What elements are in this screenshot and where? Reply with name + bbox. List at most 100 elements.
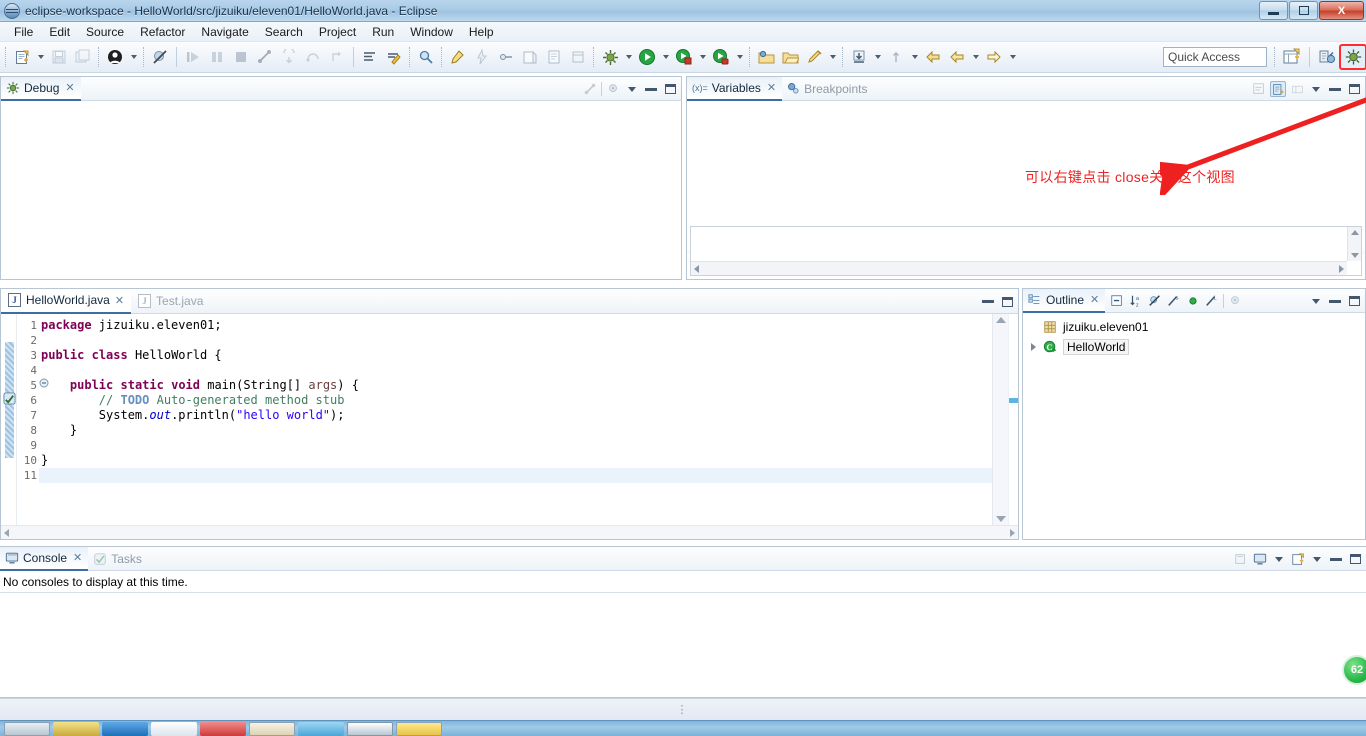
user-dropdown-arrow[interactable]: [127, 45, 140, 69]
minimize-icon[interactable]: [1327, 81, 1343, 97]
menu-project[interactable]: Project: [311, 23, 364, 41]
outline-item-class[interactable]: C HelloWorld: [1023, 337, 1365, 357]
show-logical-structure-icon[interactable]: [1270, 81, 1286, 97]
perspective-java-button[interactable]: [1314, 45, 1340, 69]
open-console-dropdown-arrow[interactable]: [1309, 551, 1325, 567]
run-icon[interactable]: [635, 45, 659, 69]
skip-breakpoints-icon[interactable]: [148, 45, 172, 69]
new-dropdown-arrow[interactable]: [34, 45, 47, 69]
hide-non-public-icon[interactable]: [1185, 293, 1201, 309]
taskbar-item[interactable]: [249, 721, 295, 736]
scroll-up-arrow[interactable]: [996, 317, 1006, 323]
taskbar-item[interactable]: [347, 721, 393, 736]
scroll-left-arrow[interactable]: [694, 265, 699, 273]
variables-view-content[interactable]: [687, 101, 1365, 279]
menu-file[interactable]: File: [6, 23, 41, 41]
minimize-icon[interactable]: [643, 81, 659, 97]
maximize-icon[interactable]: [1346, 293, 1362, 309]
chevron-right-icon[interactable]: [1031, 343, 1036, 351]
quick-access-input[interactable]: Quick Access: [1163, 47, 1267, 67]
editor-horizontal-scrollbar[interactable]: [1, 525, 1018, 539]
console-content[interactable]: No consoles to display at this time.: [0, 571, 1366, 697]
minimize-button[interactable]: [1259, 1, 1288, 20]
tab-tasks[interactable]: Tasks: [88, 547, 148, 571]
menu-help[interactable]: Help: [461, 23, 502, 41]
back-history-icon[interactable]: [945, 45, 969, 69]
minimize-icon[interactable]: [1328, 551, 1344, 567]
menu-refactor[interactable]: Refactor: [132, 23, 193, 41]
menu-navigate[interactable]: Navigate: [193, 23, 256, 41]
maximize-button[interactable]: [1289, 1, 1318, 20]
open-perspective-button[interactable]: [1279, 45, 1305, 69]
new-folder-icon[interactable]: [754, 45, 778, 69]
back-icon[interactable]: [921, 45, 945, 69]
variables-detail-pane[interactable]: [690, 226, 1362, 276]
editor-vertical-scrollbar[interactable]: [992, 314, 1008, 525]
minimize-icon[interactable]: [980, 294, 996, 310]
debug-view-content[interactable]: [1, 101, 681, 279]
view-menu-secondary-icon[interactable]: [1227, 293, 1243, 309]
menu-window[interactable]: Window: [402, 23, 461, 41]
menu-source[interactable]: Source: [78, 23, 132, 41]
perspective-debug-button[interactable]: [1339, 44, 1366, 70]
debug-dropdown-arrow[interactable]: [622, 45, 635, 69]
coverage-icon[interactable]: [672, 45, 696, 69]
external-tools-icon[interactable]: [802, 45, 826, 69]
view-menu-secondary-icon[interactable]: [605, 81, 621, 97]
scroll-right-arrow[interactable]: [1010, 529, 1015, 537]
collapse-all-icon[interactable]: [1109, 293, 1125, 309]
taskbar-item[interactable]: [4, 721, 50, 736]
step-down-icon[interactable]: [847, 45, 871, 69]
menu-run[interactable]: Run: [364, 23, 402, 41]
scroll-down-arrow[interactable]: [1351, 253, 1359, 258]
minimize-icon[interactable]: [1327, 293, 1343, 309]
taskbar-item[interactable]: [151, 721, 197, 736]
tab-breakpoints[interactable]: Breakpoints: [782, 77, 873, 101]
maximize-icon[interactable]: [1347, 551, 1363, 567]
detail-horizontal-scrollbar[interactable]: [691, 261, 1347, 275]
scroll-up-arrow[interactable]: [1351, 230, 1359, 235]
user-icon[interactable]: [103, 45, 127, 69]
forward-dropdown-arrow[interactable]: [1006, 45, 1019, 69]
close-icon[interactable]: ✕: [767, 81, 776, 94]
step-down-dropdown-arrow[interactable]: [871, 45, 884, 69]
last-edit-location-icon[interactable]: [446, 45, 470, 69]
status-badge[interactable]: 62: [1342, 655, 1366, 685]
status-grip[interactable]: ⋮: [677, 703, 690, 716]
code-editor[interactable]: 1 2 3 4 5 6 7 8 9 10 11 package jizuiku.…: [1, 314, 1018, 539]
tab-helloworld-java[interactable]: J HelloWorld.java ✕: [1, 288, 132, 314]
detail-vertical-scrollbar[interactable]: [1347, 227, 1361, 261]
close-icon[interactable]: ✕: [115, 294, 124, 307]
open-folder-icon[interactable]: [778, 45, 802, 69]
scroll-left-arrow[interactable]: [4, 529, 9, 537]
editor-marker-column[interactable]: [1, 314, 17, 525]
close-icon[interactable]: ✕: [73, 551, 82, 564]
menu-search[interactable]: Search: [257, 23, 311, 41]
run-as-icon[interactable]: [709, 45, 733, 69]
toggle-mark-occurrences-icon[interactable]: [382, 45, 406, 69]
search-icon[interactable]: [414, 45, 438, 69]
code-text[interactable]: package jizuiku.eleven01; public class H…: [39, 314, 992, 525]
open-console-icon[interactable]: [1290, 551, 1306, 567]
taskbar-item[interactable]: [200, 721, 246, 736]
maximize-icon[interactable]: [999, 294, 1015, 310]
forward-icon[interactable]: [982, 45, 1006, 69]
taskbar-item[interactable]: [102, 721, 148, 736]
tab-debug[interactable]: Debug ✕: [1, 76, 81, 101]
view-menu-icon[interactable]: [1308, 81, 1324, 97]
display-selected-console-icon[interactable]: [1252, 551, 1268, 567]
menu-edit[interactable]: Edit: [41, 23, 78, 41]
close-button[interactable]: X: [1319, 1, 1364, 20]
toggle-breadcrumb-icon[interactable]: [494, 45, 518, 69]
tab-test-java[interactable]: J Test.java: [131, 289, 210, 314]
overview-marker[interactable]: [1009, 398, 1018, 403]
outline-item-package[interactable]: jizuiku.eleven01: [1023, 317, 1365, 337]
taskbar-item[interactable]: [396, 721, 442, 736]
tab-variables[interactable]: (x)= Variables ✕: [687, 76, 783, 101]
new-icon[interactable]: [10, 45, 34, 69]
taskbar-item[interactable]: [53, 721, 99, 736]
debug-icon[interactable]: [598, 45, 622, 69]
display-dropdown-arrow[interactable]: [1271, 551, 1287, 567]
editor-overview-ruler[interactable]: [1008, 314, 1018, 525]
maximize-icon[interactable]: [1346, 81, 1362, 97]
